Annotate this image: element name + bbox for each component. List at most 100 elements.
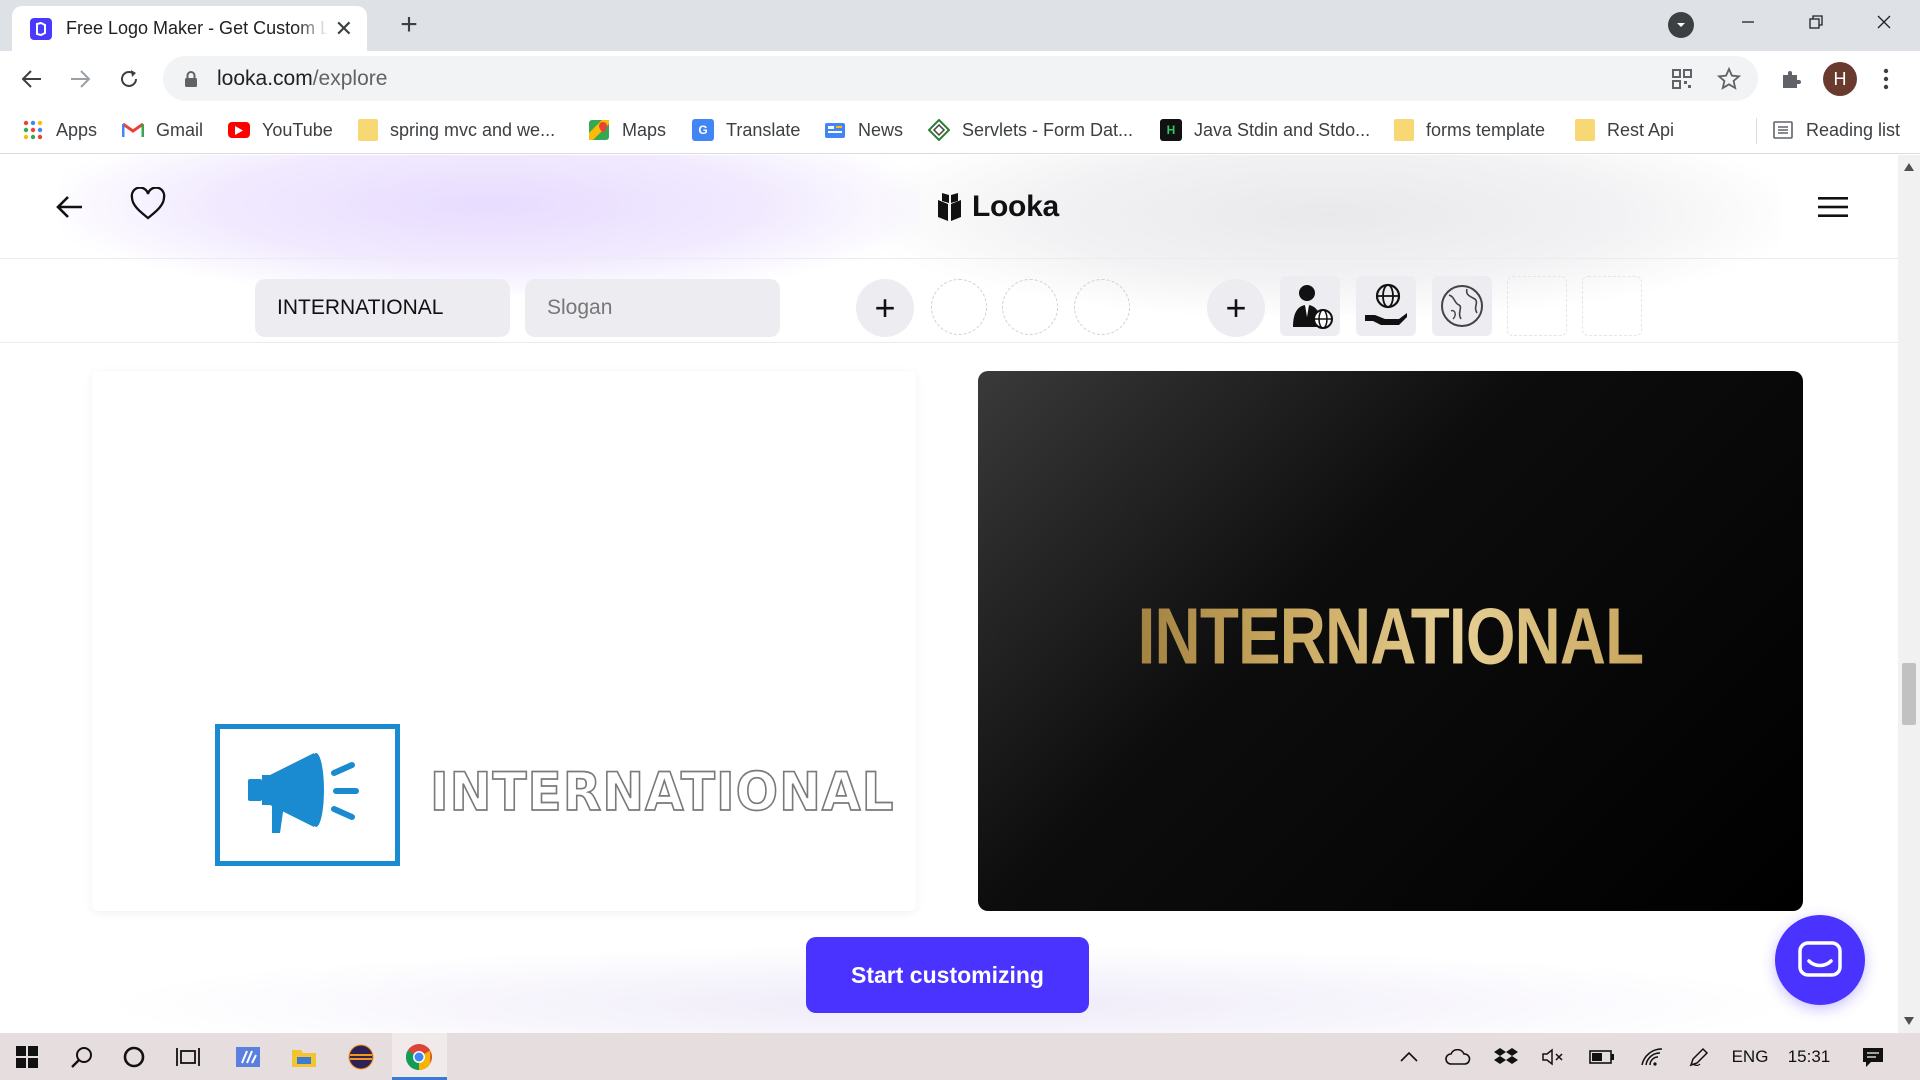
lock-icon <box>185 70 197 87</box>
bookmark-rest-api[interactable]: Rest Api <box>1575 114 1674 146</box>
profile-avatar[interactable]: H <box>1823 62 1857 96</box>
slogan-input[interactable] <box>525 279 780 337</box>
restore-window-icon[interactable] <box>1782 0 1850 44</box>
extensions-puzzle-icon[interactable] <box>1777 65 1805 93</box>
notifications-icon[interactable] <box>1858 1043 1888 1071</box>
bookmark-label: Translate <box>726 119 801 140</box>
bookmark-gmail[interactable]: Gmail <box>122 114 203 146</box>
symbol-slot-2[interactable] <box>1582 276 1642 336</box>
servlets-icon <box>928 119 950 141</box>
show-hidden-icons-chevron-icon[interactable] <box>1396 1043 1422 1071</box>
favorite-heart-icon[interactable] <box>130 187 166 221</box>
new-tab-button[interactable]: + <box>392 8 426 42</box>
tab-close-icon[interactable]: ✕ <box>335 17 353 40</box>
add-color-button[interactable]: + <box>856 279 914 337</box>
battery-icon[interactable] <box>1587 1043 1617 1071</box>
page-scrollbar[interactable] <box>1898 155 1920 1033</box>
scroll-up-arrow-icon[interactable] <box>1898 159 1920 175</box>
close-window-icon[interactable] <box>1850 0 1918 44</box>
hand-globe-icon[interactable] <box>1356 276 1416 336</box>
file-explorer-icon[interactable] <box>286 1039 322 1075</box>
cortana-icon[interactable] <box>116 1039 152 1075</box>
reload-icon[interactable] <box>113 63 145 95</box>
eclipse-app-icon[interactable] <box>343 1039 379 1075</box>
wifi-icon[interactable] <box>1637 1043 1667 1071</box>
bookmark-servlets[interactable]: Servlets - Form Dat... <box>928 114 1133 146</box>
bookmark-youtube[interactable]: YouTube <box>228 114 333 146</box>
bookmark-label: Servlets - Form Dat... <box>962 119 1134 140</box>
logo-preview-card-white[interactable]: INTERNATIONAL <box>92 371 916 911</box>
input-language[interactable]: ENG <box>1728 1043 1772 1071</box>
maps-icon <box>588 119 610 141</box>
bookmark-apps[interactable]: Apps <box>22 114 97 146</box>
bookmark-translate[interactable]: G Translate <box>692 114 800 146</box>
bookmark-label: forms template <box>1426 119 1546 140</box>
address-bar[interactable]: looka.com/explore <box>163 56 1758 101</box>
clock-time[interactable]: 15:31 <box>1783 1043 1835 1071</box>
bookmark-java-stdin[interactable]: H Java Stdin and Stdo... <box>1160 114 1370 146</box>
page-back-arrow-icon[interactable] <box>54 191 86 223</box>
tab-search-icon[interactable] <box>1668 12 1694 38</box>
hackerrank-icon: H <box>1160 119 1182 141</box>
bookmark-news[interactable]: News <box>824 114 903 146</box>
bookmark-forms-template[interactable]: forms template <box>1394 114 1545 146</box>
chrome-app-icon[interactable] <box>401 1039 437 1075</box>
reading-list-button[interactable]: Reading list <box>1772 114 1900 146</box>
bookmark-label: YouTube <box>262 119 333 140</box>
pen-workspace-icon[interactable] <box>1685 1043 1713 1071</box>
forward-icon[interactable] <box>64 63 96 95</box>
onedrive-cloud-icon[interactable] <box>1443 1043 1473 1071</box>
translate-icon: G <box>692 119 714 141</box>
hamburger-menu-icon[interactable] <box>1818 195 1848 219</box>
scroll-down-arrow-icon[interactable] <box>1898 1013 1920 1029</box>
color-slot-1[interactable] <box>931 279 987 335</box>
color-slot-3[interactable] <box>1074 279 1130 335</box>
back-icon[interactable] <box>16 63 48 95</box>
news-icon <box>824 119 846 141</box>
bookmark-label: Maps <box>622 119 667 140</box>
dropbox-icon[interactable] <box>1491 1043 1521 1071</box>
logo-wordmark-gold: INTERNATIONAL <box>1044 591 1737 682</box>
task-view-icon[interactable] <box>170 1039 206 1075</box>
browser-tab-strip: Free Logo Maker - Get Custom Logo Design… <box>0 0 1920 51</box>
bookmark-spring-mvc[interactable]: spring mvc and we... <box>358 114 555 146</box>
reading-list-icon <box>1772 119 1794 141</box>
add-symbol-button[interactable]: + <box>1207 279 1265 337</box>
folder-icon <box>1394 119 1414 141</box>
bookmark-maps[interactable]: Maps <box>588 114 666 146</box>
bookmark-label: Gmail <box>156 119 204 140</box>
apps-grid-icon <box>22 119 44 141</box>
scrollbar-thumb[interactable] <box>1902 663 1916 725</box>
folder-icon <box>358 119 378 141</box>
chrome-menu-icon[interactable] <box>1874 63 1898 95</box>
color-slot-2[interactable] <box>1002 279 1058 335</box>
speaker-muted-icon[interactable] <box>1539 1043 1567 1071</box>
minimize-window-icon[interactable] <box>1714 0 1782 44</box>
browser-tab[interactable]: Free Logo Maker - Get Custom Logo Design… <box>12 6 367 51</box>
businessman-globe-icon[interactable] <box>1280 276 1340 336</box>
bookmark-label: Rest Api <box>1607 119 1675 140</box>
qr-code-icon[interactable] <box>1668 65 1696 93</box>
chat-support-icon[interactable] <box>1775 915 1865 1005</box>
bookmark-label: Apps <box>56 119 98 140</box>
looka-favicon-icon <box>30 17 52 40</box>
company-name-input[interactable] <box>255 279 510 337</box>
start-customizing-button[interactable]: Start customizing <box>806 937 1089 1013</box>
world-globe-icon[interactable] <box>1432 276 1492 336</box>
youtube-icon <box>228 122 250 138</box>
windows-start-icon[interactable] <box>9 1039 45 1075</box>
symbol-slot-1[interactable] <box>1507 276 1567 336</box>
tab-title: Free Logo Maker - Get Custom Logo Design… <box>66 18 328 38</box>
site-header: Looka <box>0 155 1898 259</box>
gmail-icon <box>122 119 144 141</box>
search-icon[interactable] <box>64 1039 100 1075</box>
bookmarks-bar: Apps Gmail YouTube spring mvc and we... … <box>0 106 1920 154</box>
megaphone-icon <box>215 724 400 866</box>
bookmark-label: News <box>858 119 904 140</box>
brand-name: Looka <box>972 190 1059 223</box>
looka-brand[interactable]: Looka <box>934 189 1059 225</box>
logo-preview-card-black[interactable]: INTERNATIONAL <box>978 371 1803 911</box>
logo-controls-bar: + + <box>0 259 1898 343</box>
code-editor-app-icon[interactable] <box>230 1039 266 1075</box>
bookmark-star-icon[interactable] <box>1715 65 1743 93</box>
